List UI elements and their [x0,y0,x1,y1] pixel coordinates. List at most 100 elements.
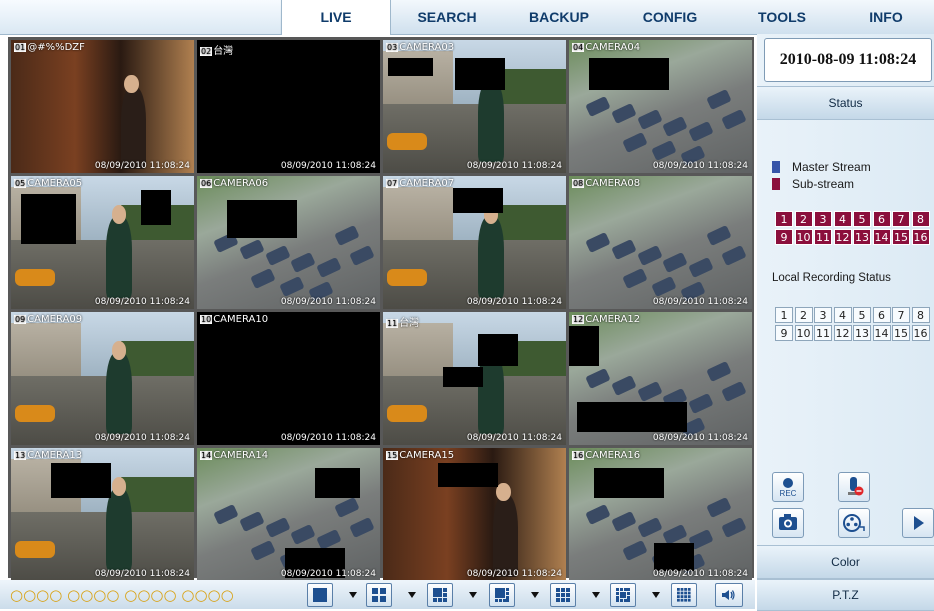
camera-name: CAMERA03 [399,42,455,53]
camera-number: 05 [14,179,27,188]
layout-button-7[interactable] [671,583,697,607]
color-header[interactable]: Color [757,545,934,579]
camera-title: 05 CAMERA05 [14,178,82,189]
layout-1-icon [313,588,327,602]
layout-dropdown-arrow[interactable] [349,592,357,598]
layout-16-icon [677,588,691,602]
privacy-mask [21,194,76,244]
privacy-mask [443,367,483,387]
ptz-header[interactable]: P.T.Z [757,579,934,611]
stream-channel-10: 10 [794,229,813,245]
privacy-mask [453,188,503,213]
recording-channel-6: 6 [872,307,891,323]
audio-button[interactable] [715,583,743,607]
privacy-mask [594,468,664,498]
layout-button-5[interactable] [550,583,576,607]
privacy-mask [51,463,111,498]
layout-button-2[interactable] [366,583,392,607]
camera-title: 12 CAMERA12 [572,314,640,325]
layout-button-4[interactable] [489,583,515,607]
camera-icon [779,514,797,530]
layout-8-icon [495,588,509,602]
recording-channel-16: 16 [911,325,930,341]
privacy-mask [141,190,171,225]
camera-feed [11,312,194,445]
snapshot-button[interactable] [772,508,804,538]
camera-view-09[interactable]: 09 CAMERA09 08/09/2010 11:08:24 [11,312,194,445]
stream-channel-5: 5 [853,211,871,227]
playback-button[interactable] [838,508,870,538]
camera-title: 02 台灣 [200,42,233,57]
tab-tools[interactable]: TOOLS [727,0,837,34]
camera-view-02[interactable]: 02 台灣 08/09/2010 11:08:24 [197,40,380,173]
camera-view-10[interactable]: 10 CAMERA10 08/09/2010 11:08:24 [197,312,380,445]
stream-channel-1: 1 [775,211,793,227]
camera-view-11[interactable]: 11 台灣 08/09/2010 11:08:24 [383,312,566,445]
camera-timestamp: 08/09/2010 11:08:24 [280,433,376,443]
layout-button-3[interactable] [427,583,453,607]
camera-timestamp: 08/09/2010 11:08:24 [94,161,190,171]
camera-view-05[interactable]: 05 CAMERA05 08/09/2010 11:08:24 [11,176,194,309]
camera-view-13[interactable]: 13 CAMERA13 08/09/2010 11:08:24 [11,448,194,581]
camera-view-06[interactable]: 06 CAMERA06 08/09/2010 11:08:24 [197,176,380,309]
camera-view-07[interactable]: 07 CAMERA07 08/09/2010 11:08:24 [383,176,566,309]
layout-button-1[interactable] [307,583,333,607]
camera-number: 08 [572,179,585,188]
layout-dropdown-arrow[interactable] [531,592,539,598]
layout-dropdown-arrow[interactable] [408,592,416,598]
camera-name: CAMERA04 [585,42,641,53]
layout-9-icon [556,588,570,602]
camera-title: 03 CAMERA03 [386,42,454,53]
camera-number: 09 [14,315,27,324]
camera-timestamp: 08/09/2010 11:08:24 [466,161,562,171]
stream-channel-11: 11 [814,229,832,245]
play-button[interactable] [902,508,934,538]
layout-dropdown-arrow[interactable] [469,592,477,598]
privacy-mask [455,58,505,90]
speaker-icon [722,590,735,600]
tab-live[interactable]: LIVE [281,0,391,35]
camera-name: CAMERA09 [27,314,83,325]
camera-view-12[interactable]: 12 CAMERA12 08/09/2010 11:08:24 [569,312,752,445]
sub-stream-swatch [772,178,780,190]
record-button[interactable]: REC [772,472,804,502]
camera-view-15[interactable]: 15 CAMERA15 08/09/2010 11:08:24 [383,448,566,581]
camera-feed [197,312,380,445]
tab-config[interactable]: CONFIG [614,0,726,34]
sub-stream-label: Sub-stream [792,177,855,191]
camera-number: 06 [200,179,213,188]
recording-channel-3: 3 [814,307,832,323]
recording-channel-8: 8 [911,307,930,323]
tab-search[interactable]: SEARCH [390,0,504,34]
master-stream-swatch [772,161,780,173]
camera-title: 08 CAMERA08 [572,178,640,189]
camera-name: CAMERA13 [27,450,83,461]
camera-view-04[interactable]: 04 CAMERA04 08/09/2010 11:08:24 [569,40,752,173]
layout-6-icon [433,588,447,602]
status-header[interactable]: Status [757,86,934,120]
camera-view-01[interactable]: 01 @#%%DZF 08/09/2010 11:08:24 [11,40,194,173]
recording-channel-10: 10 [794,325,813,341]
camera-title: 01 @#%%DZF [14,42,85,53]
manual-alarm-button[interactable] [838,472,870,502]
camera-number: 02 [200,47,213,56]
camera-view-03[interactable]: 03 CAMERA03 08/09/2010 11:08:24 [383,40,566,173]
camera-view-16[interactable]: 16 CAMERA16 08/09/2010 11:08:24 [569,448,752,581]
layout-button-6[interactable] [610,583,636,607]
camera-timestamp: 08/09/2010 11:08:24 [280,161,376,171]
layout-dropdown-arrow[interactable] [652,592,660,598]
alarm-icon [848,477,864,496]
camera-timestamp: 08/09/2010 11:08:24 [280,569,376,579]
stream-channel-15: 15 [892,229,910,245]
tab-info[interactable]: INFO [838,0,934,34]
stream-channel-7: 7 [892,211,910,227]
camera-view-14[interactable]: 14 CAMERA14 08/09/2010 11:08:24 [197,448,380,581]
layout-dropdown-arrow[interactable] [592,592,600,598]
camera-title: 06 CAMERA06 [200,178,268,189]
rec-icon: REC [780,478,797,498]
privacy-mask [388,58,433,76]
camera-feed [197,176,380,309]
stream-channel-2: 2 [794,211,813,227]
tab-backup[interactable]: BACKUP [505,0,613,34]
camera-view-08[interactable]: 08 CAMERA08 08/09/2010 11:08:24 [569,176,752,309]
